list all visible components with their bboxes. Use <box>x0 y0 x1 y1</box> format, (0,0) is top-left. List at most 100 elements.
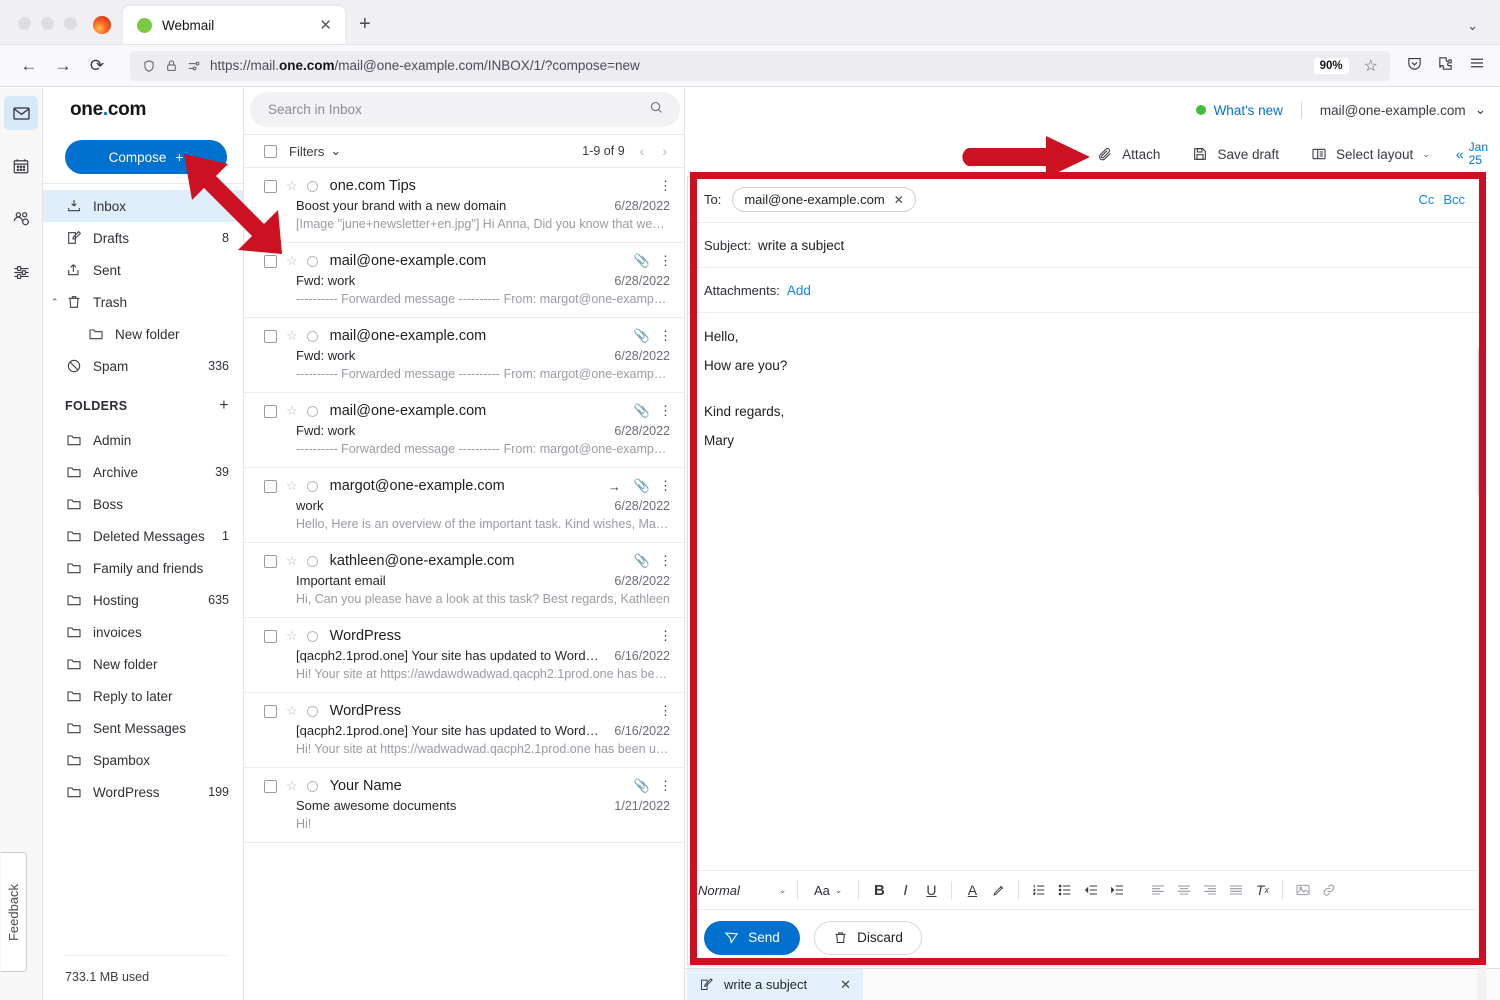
message-body[interactable]: Hello,How are you?Kind regards,Mary <box>688 313 1479 870</box>
message-row[interactable]: ☆mail@one-example.com📎⋮Fwd: work6/28/202… <box>244 393 684 468</box>
align-right-button[interactable] <box>1197 877 1223 903</box>
star-icon[interactable]: ☆ <box>286 253 298 269</box>
message-menu-button[interactable]: ⋮ <box>659 703 670 719</box>
sidebar-item-sent[interactable]: Sent <box>43 254 243 286</box>
close-icon[interactable]: ✕ <box>894 193 904 207</box>
unread-toggle-icon[interactable] <box>307 631 318 642</box>
bullet-list-button[interactable] <box>1052 877 1078 903</box>
attach-button[interactable]: Attach <box>1081 146 1176 162</box>
message-checkbox[interactable] <box>264 255 277 268</box>
sidebar-item-spambox[interactable]: Spambox <box>43 744 243 776</box>
address-bar[interactable]: https://mail.one.com/mail@one-example.co… <box>130 51 1390 81</box>
sidebar-item-invoices[interactable]: invoices <box>43 616 243 648</box>
outdent-button[interactable] <box>1078 877 1104 903</box>
unread-toggle-icon[interactable] <box>307 781 318 792</box>
star-icon[interactable]: ☆ <box>286 478 298 494</box>
message-row[interactable]: ☆WordPress⋮[qacph2.1prod.one] Your site … <box>244 618 684 693</box>
account-menu[interactable]: mail@one-example.com ⌄ <box>1320 102 1486 118</box>
save-draft-button[interactable]: Save draft <box>1176 146 1295 162</box>
message-menu-button[interactable]: ⋮ <box>659 628 670 644</box>
close-icon[interactable]: ✕ <box>316 15 335 36</box>
message-menu-button[interactable]: ⋮ <box>659 778 670 794</box>
save-to-pocket-icon[interactable] <box>1406 55 1423 77</box>
align-justify-button[interactable] <box>1223 877 1249 903</box>
prev-page-button[interactable]: ‹ <box>637 143 648 159</box>
permissions-icon[interactable] <box>187 59 201 73</box>
sidebar-item-hosting[interactable]: Hosting635 <box>43 584 243 616</box>
search-icon[interactable] <box>649 100 664 120</box>
sidebar-item-new-folder[interactable]: New folder <box>43 318 243 350</box>
sidebar-item-admin[interactable]: Admin <box>43 424 243 456</box>
unread-toggle-icon[interactable] <box>307 181 318 192</box>
message-checkbox[interactable] <box>264 555 277 568</box>
unread-toggle-icon[interactable] <box>307 406 318 417</box>
unread-toggle-icon[interactable] <box>307 481 318 492</box>
sidebar-item-spam[interactable]: Spam336 <box>43 350 243 382</box>
lock-icon[interactable] <box>165 59 178 72</box>
sidebar-item-family-and-friends[interactable]: Family and friends <box>43 552 243 584</box>
collapse-panel-button[interactable]: « Jan 25 <box>1446 141 1488 166</box>
compose-scrollbar[interactable] <box>1477 346 1486 1000</box>
window-close-button[interactable] <box>18 17 31 30</box>
message-checkbox[interactable] <box>264 630 277 643</box>
message-checkbox[interactable] <box>264 780 277 793</box>
subject-row[interactable]: Subject: write a subject <box>688 223 1479 268</box>
align-left-button[interactable] <box>1145 877 1171 903</box>
select-all-checkbox[interactable] <box>264 145 277 158</box>
window-maximize-button[interactable] <box>64 17 77 30</box>
new-tab-button[interactable]: + <box>345 13 371 44</box>
message-checkbox[interactable] <box>264 705 277 718</box>
add-attachment-link[interactable]: Add <box>787 283 811 298</box>
align-center-button[interactable] <box>1171 877 1197 903</box>
star-icon[interactable]: ☆ <box>286 628 298 644</box>
sidebar-item-archive[interactable]: Archive39 <box>43 456 243 488</box>
unread-toggle-icon[interactable] <box>307 331 318 342</box>
message-menu-button[interactable]: ⋮ <box>659 403 670 419</box>
message-menu-button[interactable]: ⋮ <box>659 478 670 494</box>
draft-tab[interactable]: write a subject ✕ <box>687 969 863 1000</box>
zoom-level-badge[interactable]: 90% <box>1314 58 1349 74</box>
next-page-button[interactable]: › <box>659 143 670 159</box>
discard-button[interactable]: Discard <box>814 921 922 955</box>
message-row[interactable]: ☆mail@one-example.com📎⋮Fwd: work6/28/202… <box>244 243 684 318</box>
feedback-tab[interactable]: Feedback <box>1 852 27 972</box>
italic-button[interactable]: I <box>892 877 918 903</box>
add-folder-button[interactable]: + <box>219 397 229 415</box>
send-button[interactable]: Send <box>704 921 800 955</box>
ordered-list-button[interactable] <box>1026 877 1052 903</box>
window-minimize-button[interactable] <box>41 17 54 30</box>
star-icon[interactable]: ☆ <box>286 553 298 569</box>
text-color-button[interactable]: A <box>959 877 985 903</box>
rail-item-calendar[interactable] <box>4 149 38 183</box>
subject-input[interactable]: write a subject <box>758 238 844 253</box>
message-menu-button[interactable]: ⋮ <box>659 328 670 344</box>
star-icon[interactable]: ☆ <box>286 778 298 794</box>
sidebar-item-sent-messages[interactable]: Sent Messages <box>43 712 243 744</box>
reload-button[interactable]: ⟳ <box>82 51 112 81</box>
unread-toggle-icon[interactable] <box>307 706 318 717</box>
rail-item-settings[interactable] <box>4 255 38 289</box>
whats-new-link[interactable]: What's new <box>1196 103 1283 118</box>
forward-button[interactable]: → <box>48 51 78 81</box>
sidebar-item-inbox[interactable]: Inbox <box>43 190 243 222</box>
chevron-down-icon[interactable]: ⌄ <box>1467 18 1478 34</box>
filters-dropdown[interactable]: Filters ⌄ <box>289 143 341 159</box>
browser-tab-webmail[interactable]: Webmail ✕ <box>123 6 345 44</box>
font-size-select[interactable]: Aa ⌄ <box>805 883 851 898</box>
star-icon[interactable]: ☆ <box>286 178 298 194</box>
sidebar-item-drafts[interactable]: Drafts8 <box>43 222 243 254</box>
hamburger-menu-icon[interactable] <box>1468 54 1486 77</box>
sidebar-item-wordpress[interactable]: WordPress199 <box>43 776 243 808</box>
star-icon[interactable]: ☆ <box>286 703 298 719</box>
bcc-button[interactable]: Bcc <box>1443 192 1465 207</box>
message-checkbox[interactable] <box>264 330 277 343</box>
message-row[interactable]: ☆WordPress⋮[qacph2.1prod.one] Your site … <box>244 693 684 768</box>
insert-link-button[interactable] <box>1316 877 1342 903</box>
search-box[interactable]: Search in Inbox <box>250 92 680 127</box>
clear-formatting-button[interactable]: Tx <box>1249 877 1275 903</box>
message-row[interactable]: ☆margot@one-example.com→📎⋮work6/28/2022H… <box>244 468 684 543</box>
star-icon[interactable]: ☆ <box>286 328 298 344</box>
sidebar-item-new-folder[interactable]: New folder <box>43 648 243 680</box>
back-button[interactable]: ← <box>14 51 44 81</box>
recipient-chip[interactable]: mail@one-example.com ✕ <box>732 187 915 212</box>
